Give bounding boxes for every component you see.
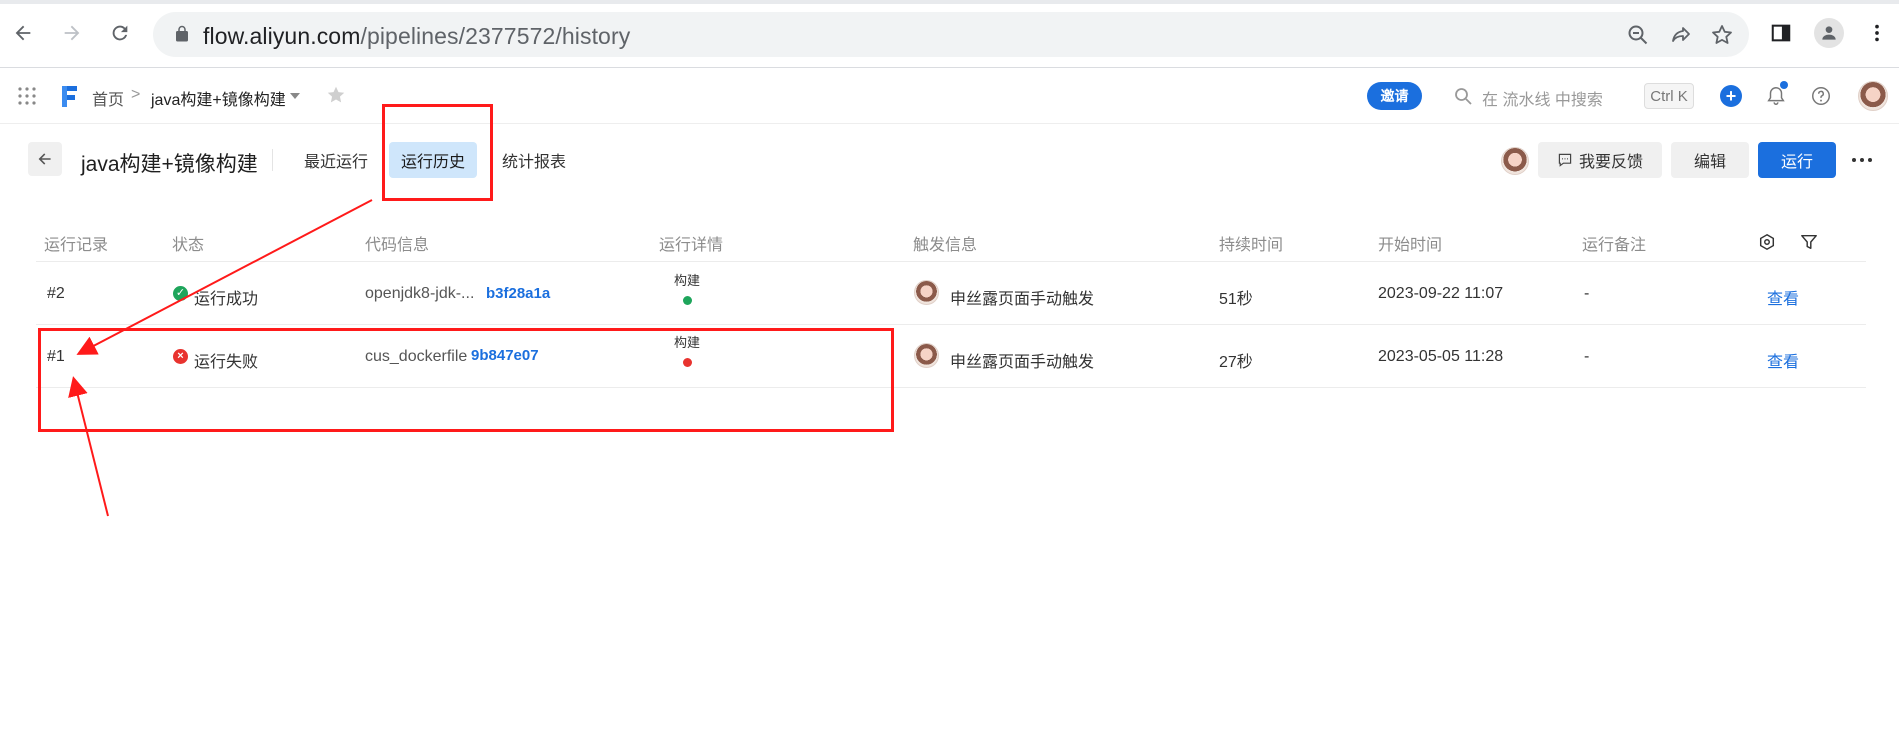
search-icon[interactable] — [1453, 86, 1473, 106]
create-plus-icon[interactable]: + — [1720, 85, 1742, 107]
column-header-details: 运行详情 — [659, 237, 724, 254]
tab-statistics[interactable]: 统计报表 — [490, 142, 578, 178]
column-settings-icon[interactable] — [1758, 233, 1776, 251]
trigger-text: 页面手动触发 — [998, 354, 1095, 371]
more-icon[interactable] — [1850, 150, 1874, 170]
table-divider — [36, 324, 1866, 325]
side-panel-icon[interactable] — [1766, 18, 1796, 48]
invite-button[interactable]: 邀请 — [1367, 82, 1422, 110]
pipeline-title: java构建+镜像构建 — [81, 153, 258, 176]
tab-strip — [0, 0, 1899, 4]
filter-icon[interactable] — [1800, 233, 1818, 251]
back-arrow-icon — [38, 153, 51, 165]
trigger-avatar — [914, 280, 939, 305]
help-icon[interactable] — [1810, 85, 1832, 107]
annotation-box-tab — [382, 104, 493, 201]
lock-icon — [176, 25, 188, 42]
duration: 51秒 — [1219, 291, 1253, 308]
breadcrumb-current[interactable]: java构建+镜像构建 — [151, 86, 286, 110]
app-header: 首页 > java构建+镜像构建 邀请 在 流水线 中搜索 Ctrl K + — [0, 69, 1899, 124]
start-time: 2023-09-22 11:07 — [1378, 285, 1504, 302]
table-divider — [36, 261, 1866, 262]
tab-recent-runs[interactable]: 最近运行 — [292, 142, 380, 178]
url-path: /pipelines/2377572/history — [360, 23, 631, 49]
browser-toolbar: flow.aliyun.com/pipelines/2377572/histor… — [0, 0, 1899, 68]
run-status: 运行成功 — [194, 291, 259, 308]
duration: 27秒 — [1219, 354, 1253, 371]
zoom-icon[interactable] — [1626, 23, 1650, 47]
run-note: - — [1584, 285, 1590, 302]
notification-dot — [1780, 81, 1788, 89]
column-header-note: 运行备注 — [1582, 237, 1647, 254]
chrome-menu-icon[interactable] — [1862, 18, 1892, 48]
view-link[interactable]: 查看 — [1767, 348, 1799, 372]
success-check-icon: ✓ — [173, 286, 188, 301]
breadcrumb-separator: > — [131, 86, 141, 103]
run-note: - — [1584, 348, 1590, 365]
bookmark-star-icon[interactable] — [1710, 23, 1734, 47]
divider — [272, 149, 273, 171]
trigger-avatar — [914, 343, 939, 368]
message-icon — [1558, 153, 1572, 167]
stage-label[interactable]: 构建 — [674, 270, 700, 289]
url-host: flow.aliyun.com — [203, 23, 361, 49]
code-branch: openjdk8-jdk-... — [365, 285, 475, 302]
column-header-trigger: 触发信息 — [913, 237, 978, 254]
member-avatar[interactable] — [1501, 147, 1529, 175]
stage-status-dot[interactable] — [683, 296, 692, 305]
column-header-start-time: 开始时间 — [1378, 237, 1443, 254]
forward-arrow-icon[interactable] — [57, 18, 87, 48]
feedback-label: 我要反馈 — [1578, 154, 1643, 171]
back-arrow-icon[interactable] — [8, 18, 38, 48]
search-input[interactable]: 在 流水线 中搜索 — [1482, 86, 1603, 110]
column-header-duration: 持续时间 — [1219, 237, 1284, 254]
profile-icon[interactable] — [1814, 18, 1844, 48]
trigger-text: 页面手动触发 — [998, 291, 1095, 308]
back-button[interactable] — [28, 142, 62, 176]
edit-button[interactable]: 编辑 — [1671, 142, 1749, 178]
flow-logo-icon[interactable] — [58, 82, 80, 110]
view-link[interactable]: 查看 — [1767, 285, 1799, 309]
run-button[interactable]: 运行 — [1758, 142, 1836, 178]
url-text: flow.aliyun.com/pipelines/2377572/histor… — [203, 23, 630, 50]
breadcrumb-home[interactable]: 首页 — [92, 86, 124, 110]
commit-link[interactable]: b3f28a1a — [486, 285, 550, 302]
reload-icon[interactable] — [105, 18, 135, 48]
address-bar[interactable]: flow.aliyun.com/pipelines/2377572/histor… — [153, 12, 1749, 57]
column-header-record: 运行记录 — [44, 237, 109, 254]
annotation-box-row — [38, 328, 894, 432]
search-shortcut-badge: Ctrl K — [1644, 83, 1694, 109]
trigger-user: 申丝露 — [950, 291, 999, 308]
favorite-star-icon[interactable] — [325, 84, 347, 106]
caret-down-icon[interactable] — [289, 91, 301, 101]
app-grid-icon[interactable] — [17, 86, 37, 106]
feedback-button[interactable]: 我要反馈 — [1538, 142, 1662, 178]
share-icon[interactable] — [1669, 23, 1693, 47]
run-record[interactable]: #2 — [47, 285, 65, 303]
column-header-code: 代码信息 — [365, 237, 430, 254]
trigger-user: 申丝露 — [950, 354, 999, 371]
user-avatar[interactable] — [1858, 81, 1888, 111]
start-time: 2023-05-05 11:28 — [1378, 348, 1504, 365]
column-header-status: 状态 — [172, 237, 205, 254]
